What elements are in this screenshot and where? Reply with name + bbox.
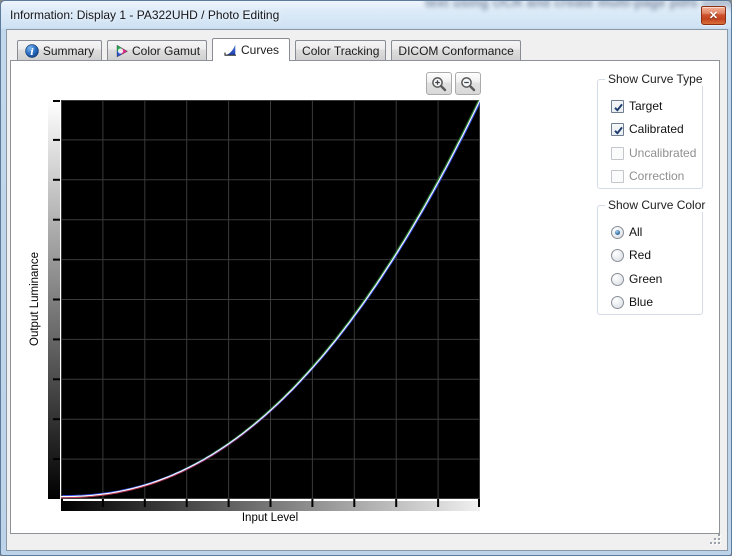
checkbox-calibrated[interactable]: Calibrated: [611, 122, 684, 136]
info-icon: i: [25, 43, 39, 58]
checkbox-label: Target: [629, 99, 663, 113]
y-ticks-svg: [53, 100, 60, 499]
radio-label: All: [629, 225, 643, 239]
checkbox-label: Correction: [629, 169, 685, 183]
checkbox-checked-icon: [611, 122, 624, 136]
tab-summary[interactable]: i Summary: [17, 40, 102, 60]
dialog-body: i Summary Color Gamut Curves Color Track…: [6, 29, 728, 551]
tab-curves[interactable]: Curves: [212, 38, 291, 61]
x-axis-label: Input Level: [241, 512, 299, 524]
tab-dicom-conformance[interactable]: DICOM Conformance: [391, 40, 521, 60]
checkbox-unchecked-icon: [611, 146, 624, 160]
close-icon: ✕: [708, 10, 719, 22]
information-dialog: text using OCR and create multi-page pdf…: [0, 0, 732, 556]
checkbox-label: Uncalibrated: [629, 146, 697, 160]
curves-tab-page: Output Luminance Input Level Show Curve …: [10, 60, 720, 534]
tab-label: Summary: [42, 43, 95, 58]
zoom-in-button[interactable]: [426, 72, 452, 95]
tab-bar: i Summary Color Gamut Curves Color Track…: [17, 38, 521, 61]
radio-icon: [611, 248, 624, 262]
zoom-out-button[interactable]: [455, 72, 481, 95]
checkbox-unchecked-icon: [611, 169, 624, 183]
radio-label: Red: [629, 248, 652, 262]
close-button[interactable]: ✕: [701, 6, 726, 25]
radio-label: Blue: [629, 295, 654, 309]
radio-red[interactable]: Red: [611, 248, 651, 262]
show-curve-type-group: Show Curve Type Target Calibrated Uncali…: [597, 72, 706, 189]
gamut-icon: [116, 44, 128, 57]
radio-icon: [611, 272, 624, 286]
svg-text:i: i: [30, 47, 34, 58]
x-ticks-svg: [61, 499, 480, 507]
tab-label: Curves: [241, 43, 280, 57]
zoom-in-icon: [432, 77, 447, 92]
radio-selected-icon: [611, 225, 624, 239]
resize-grip[interactable]: [710, 534, 722, 546]
checkbox-label: Calibrated: [629, 122, 684, 136]
radio-green[interactable]: Green: [611, 272, 662, 286]
tab-label: Color Gamut: [132, 43, 201, 58]
checkbox-uncalibrated: Uncalibrated: [611, 146, 696, 160]
window-title: Information: Display 1 - PA322UHD / Phot…: [10, 8, 280, 22]
group-title: Show Curve Color: [605, 198, 709, 212]
checkbox-correction: Correction: [611, 169, 684, 183]
y-axis-label: Output Luminance: [29, 252, 41, 346]
checkbox-checked-icon: [611, 99, 624, 113]
tab-label: DICOM Conformance: [398, 43, 514, 58]
curves-icon: [224, 44, 237, 56]
title-bar[interactable]: text using OCR and create multi-page pdf…: [1, 1, 731, 29]
background-window-text: text using OCR and create multi-page pdf…: [425, 1, 731, 10]
curves-plot-svg: [61, 100, 480, 499]
group-title: Show Curve Type: [605, 72, 706, 86]
zoom-out-icon: [461, 77, 476, 92]
radio-icon: [611, 295, 624, 309]
tab-label: Color Tracking: [302, 43, 380, 58]
radio-label: Green: [629, 272, 663, 286]
tab-color-gamut[interactable]: Color Gamut: [107, 40, 208, 60]
checkbox-target[interactable]: Target: [611, 99, 662, 113]
radio-all[interactable]: All: [611, 225, 642, 239]
tab-color-tracking[interactable]: Color Tracking: [295, 40, 387, 60]
show-curve-color-group: Show Curve Color All Red Green Blue: [597, 198, 709, 315]
radio-blue[interactable]: Blue: [611, 295, 653, 309]
